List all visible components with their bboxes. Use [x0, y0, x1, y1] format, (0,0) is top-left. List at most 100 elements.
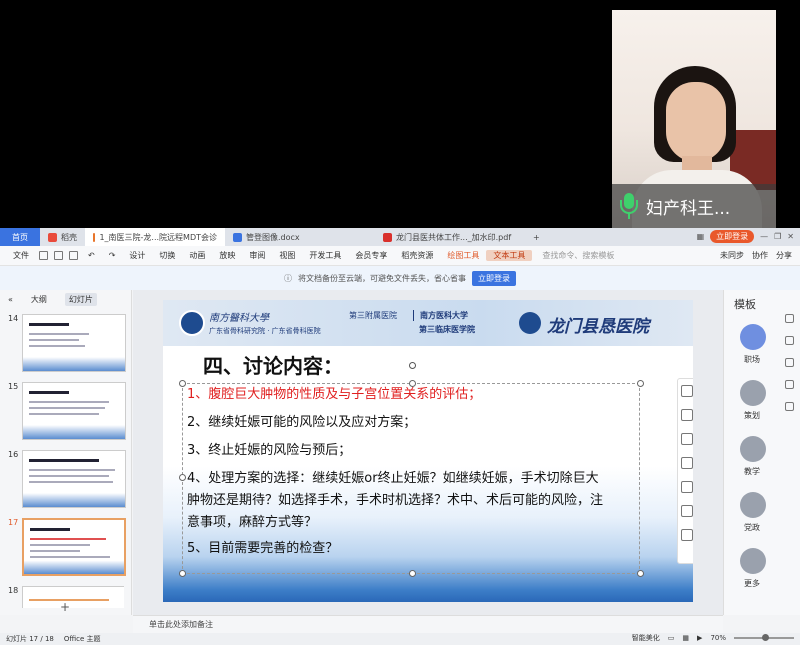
- tab-pdf[interactable]: 龙门县医共体工作..._加水印.pdf: [375, 228, 525, 246]
- save-icon[interactable]: [39, 251, 48, 260]
- minimize-icon[interactable]: —: [760, 232, 768, 241]
- county-hospital-logo-icon: [519, 312, 541, 334]
- close-icon[interactable]: ✕: [787, 232, 794, 241]
- floating-toolbar: [677, 378, 693, 564]
- discussion-item-4[interactable]: 4、处理方案的选择：继续妊娠or终止妊娠？如继续妊娠，手术切除巨大: [187, 468, 599, 489]
- beautify-button[interactable]: 智能美化: [632, 633, 660, 643]
- new-tab-button[interactable]: +: [525, 228, 548, 246]
- menu-docer-resources[interactable]: 稻壳资源: [394, 250, 440, 261]
- view-normal-icon[interactable]: ▭: [668, 634, 675, 642]
- category-more[interactable]: 更多: [732, 578, 772, 589]
- lightbulb-icon[interactable]: [681, 505, 693, 517]
- resize-handle[interactable]: [179, 474, 186, 481]
- discussion-item-1[interactable]: 1、腹腔巨大肿物的性质及与子宫位置关系的评估；: [187, 384, 481, 405]
- view-grid-icon[interactable]: ▦: [682, 634, 689, 642]
- notes-pane[interactable]: 单击此处添加备注: [133, 615, 723, 633]
- pen-icon[interactable]: [681, 433, 693, 445]
- info-icon: ⓘ: [284, 273, 292, 283]
- command-search[interactable]: 查找命令、搜索模板: [542, 250, 614, 261]
- menu-drawing-tools[interactable]: 绘图工具: [440, 250, 486, 261]
- tab-bar: 首页 稻壳 1_南医三院-龙...院远程MDT会诊 管登图像.docx 龙门县医…: [0, 228, 800, 246]
- sidebar-tool-icon[interactable]: [785, 380, 794, 389]
- discussion-item-4-end[interactable]: 意事项，麻醉方式等？: [187, 512, 317, 533]
- menu-transition[interactable]: 切换: [152, 250, 182, 261]
- teaching-icon[interactable]: [740, 436, 766, 462]
- add-slide-button[interactable]: +: [60, 600, 70, 614]
- tab-home[interactable]: 首页: [0, 228, 40, 246]
- resize-handle[interactable]: [409, 570, 416, 577]
- frame-icon[interactable]: [681, 481, 693, 493]
- sidebar-tool-icon[interactable]: [785, 314, 794, 323]
- zoom-slider[interactable]: [734, 634, 794, 641]
- resize-handle[interactable]: [179, 570, 186, 577]
- tab-docer[interactable]: 稻壳: [40, 228, 85, 246]
- notice-login-button[interactable]: 立即登录: [472, 270, 516, 286]
- rotate-handle[interactable]: [409, 362, 416, 369]
- play-icon[interactable]: ▶: [697, 634, 702, 642]
- current-slide[interactable]: 南方醫科大學 广东省骨科研究院 · 广东省骨科医院 第三附属医院 南方医科大学 …: [163, 300, 693, 602]
- category-planning[interactable]: 策划: [732, 410, 772, 421]
- sync-status[interactable]: 未同步: [720, 250, 744, 261]
- menu-view[interactable]: 视图: [272, 250, 302, 261]
- login-button[interactable]: 立即登录: [710, 230, 755, 243]
- category-teaching[interactable]: 教学: [732, 466, 772, 477]
- more-templates-icon[interactable]: [740, 548, 766, 574]
- resize-handle[interactable]: [637, 570, 644, 577]
- collapse-icon[interactable]: «: [8, 295, 13, 304]
- sidebar-tool-icon[interactable]: [785, 402, 794, 411]
- discussion-item-3[interactable]: 3、终止妊娠的风险与预后；: [187, 440, 351, 461]
- status-bar: 幻灯片 17 / 18 Office 主题 智能美化 ▭ ▦ ▶ 70%: [0, 633, 800, 645]
- menu-review[interactable]: 审阅: [242, 250, 272, 261]
- resize-handle[interactable]: [409, 380, 416, 387]
- fill-icon[interactable]: [681, 457, 693, 469]
- restore-icon[interactable]: ❐: [774, 232, 781, 241]
- discussion-item-5[interactable]: 5、目前需要完善的检查？: [187, 538, 338, 559]
- menu-developer[interactable]: 开发工具: [302, 250, 348, 261]
- slide-thumbnail[interactable]: 16: [6, 450, 126, 510]
- slide-title[interactable]: 四、讨论内容：: [203, 350, 343, 379]
- category-party[interactable]: 党政: [732, 522, 772, 533]
- hospital-a: 第三附属医院: [349, 311, 397, 320]
- collaborate-button[interactable]: 协作: [752, 250, 768, 261]
- notice-text: 将文档备份至云端，可避免文件丢失，省心省事: [298, 273, 466, 283]
- tab-outline[interactable]: 大纲: [27, 293, 51, 306]
- menu-text-tools[interactable]: 文本工具: [486, 250, 533, 261]
- webcam-video: 妇产科王...: [612, 10, 776, 228]
- menu-animation[interactable]: 动画: [182, 250, 212, 261]
- notes-placeholder[interactable]: 单击此处添加备注: [149, 619, 213, 630]
- resize-handle[interactable]: [637, 380, 644, 387]
- county-hospital-name: 龙门县恳医院: [547, 317, 649, 337]
- menu-design[interactable]: 设计: [122, 250, 152, 261]
- sidebar-tool-icon[interactable]: [785, 336, 794, 345]
- grid-icon[interactable]: ▦: [697, 232, 705, 241]
- undo-icon[interactable]: ↶: [81, 251, 102, 260]
- slide-thumbnail[interactable]: 14: [6, 314, 126, 374]
- collapse-toolbar-icon[interactable]: [681, 385, 693, 397]
- discussion-item-4-cont[interactable]: 肿物还是期待？如选择手术，手术时机选择？术中、术后可能的风险，注: [187, 490, 603, 511]
- planning-icon[interactable]: [740, 380, 766, 406]
- workplace-icon[interactable]: [740, 324, 766, 350]
- party-icon[interactable]: [740, 492, 766, 518]
- discussion-item-2[interactable]: 2、继续妊娠可能的风险以及应对方案；: [187, 412, 416, 433]
- more-icon[interactable]: [681, 529, 693, 541]
- participant-name: 妇产科王...: [646, 198, 731, 219]
- zoom-level[interactable]: 70%: [710, 634, 726, 642]
- cloud-notice-bar: ⓘ 将文档备份至云端，可避免文件丢失，省心省事 立即登录: [0, 266, 800, 290]
- redo-icon[interactable]: ↷: [102, 251, 123, 260]
- sidebar-tool-icon[interactable]: [785, 358, 794, 367]
- category-workplace[interactable]: 职场: [732, 354, 772, 365]
- tab-slides[interactable]: 幻灯片: [64, 292, 97, 306]
- tab-docx[interactable]: 管登图像.docx: [225, 228, 375, 246]
- menu-file[interactable]: 文件: [6, 250, 36, 261]
- menu-member[interactable]: 会员专享: [348, 250, 394, 261]
- menu-slideshow[interactable]: 放映: [212, 250, 242, 261]
- layers-icon[interactable]: [681, 409, 693, 421]
- slide-thumbnail[interactable]: 15: [6, 382, 126, 442]
- print-icon[interactable]: [54, 251, 63, 260]
- preview-icon[interactable]: [69, 251, 78, 260]
- slide-thumbnail-panel: « 大纲 幻灯片 14 15 16 17 18 +: [0, 290, 132, 615]
- slide-thumbnail-selected[interactable]: 17: [6, 518, 126, 578]
- resize-handle[interactable]: [179, 380, 186, 387]
- tab-ppt-active[interactable]: 1_南医三院-龙...院远程MDT会诊: [85, 228, 225, 246]
- share-button[interactable]: 分享: [776, 250, 792, 261]
